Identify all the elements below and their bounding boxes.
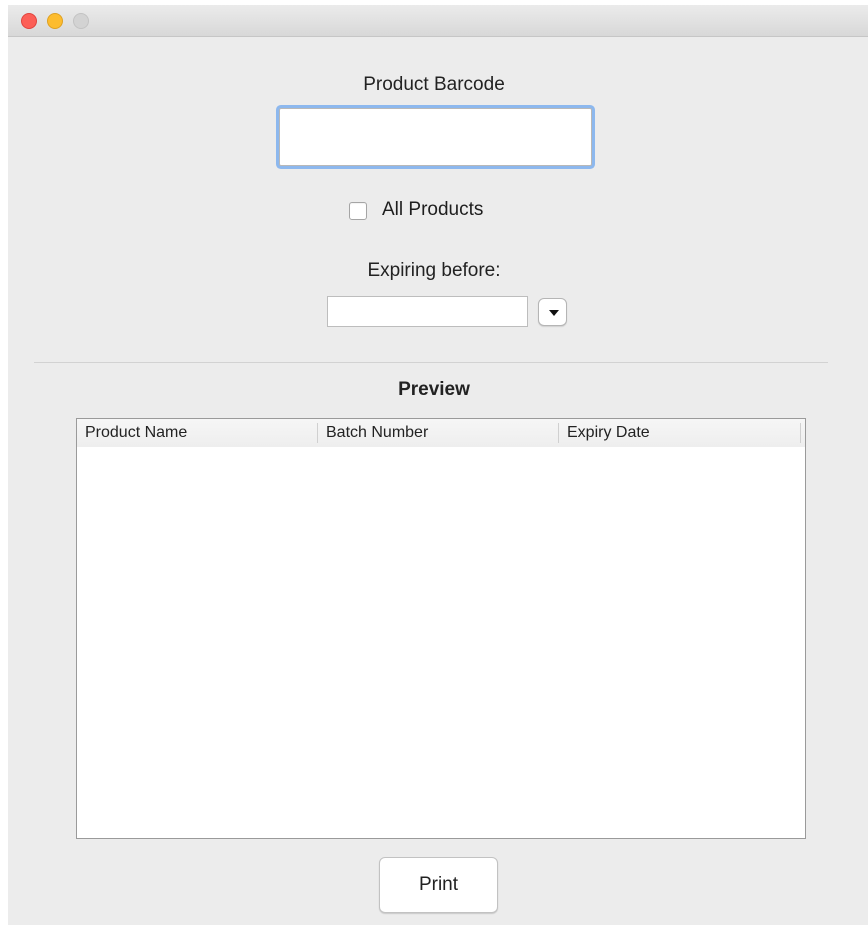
preview-table[interactable]: Product Name Batch Number Expiry Date bbox=[76, 418, 806, 839]
column-header-expiry-date[interactable]: Expiry Date bbox=[558, 423, 801, 443]
app-window: Product Barcode All Products Expiring be… bbox=[8, 5, 868, 925]
column-header-batch-number[interactable]: Batch Number bbox=[317, 423, 557, 443]
table-header: Product Name Batch Number Expiry Date bbox=[77, 419, 805, 447]
expiring-before-label: Expiring before: bbox=[367, 260, 501, 281]
minimize-icon[interactable] bbox=[47, 13, 63, 29]
expiry-date-input[interactable] bbox=[327, 296, 528, 327]
preview-title: Preview bbox=[398, 379, 470, 400]
all-products-label[interactable]: All Products bbox=[382, 199, 483, 221]
print-button[interactable]: Print bbox=[379, 857, 498, 913]
all-products-checkbox[interactable] bbox=[349, 202, 367, 220]
separator bbox=[34, 362, 828, 363]
zoom-icon[interactable] bbox=[73, 13, 89, 29]
product-barcode-input[interactable] bbox=[279, 108, 592, 166]
date-picker-button[interactable] bbox=[538, 298, 567, 326]
column-header-product-name[interactable]: Product Name bbox=[77, 423, 317, 443]
product-barcode-label: Product Barcode bbox=[363, 74, 505, 95]
close-icon[interactable] bbox=[21, 13, 37, 29]
title-bar bbox=[8, 5, 868, 37]
caret-down-icon bbox=[549, 310, 559, 316]
